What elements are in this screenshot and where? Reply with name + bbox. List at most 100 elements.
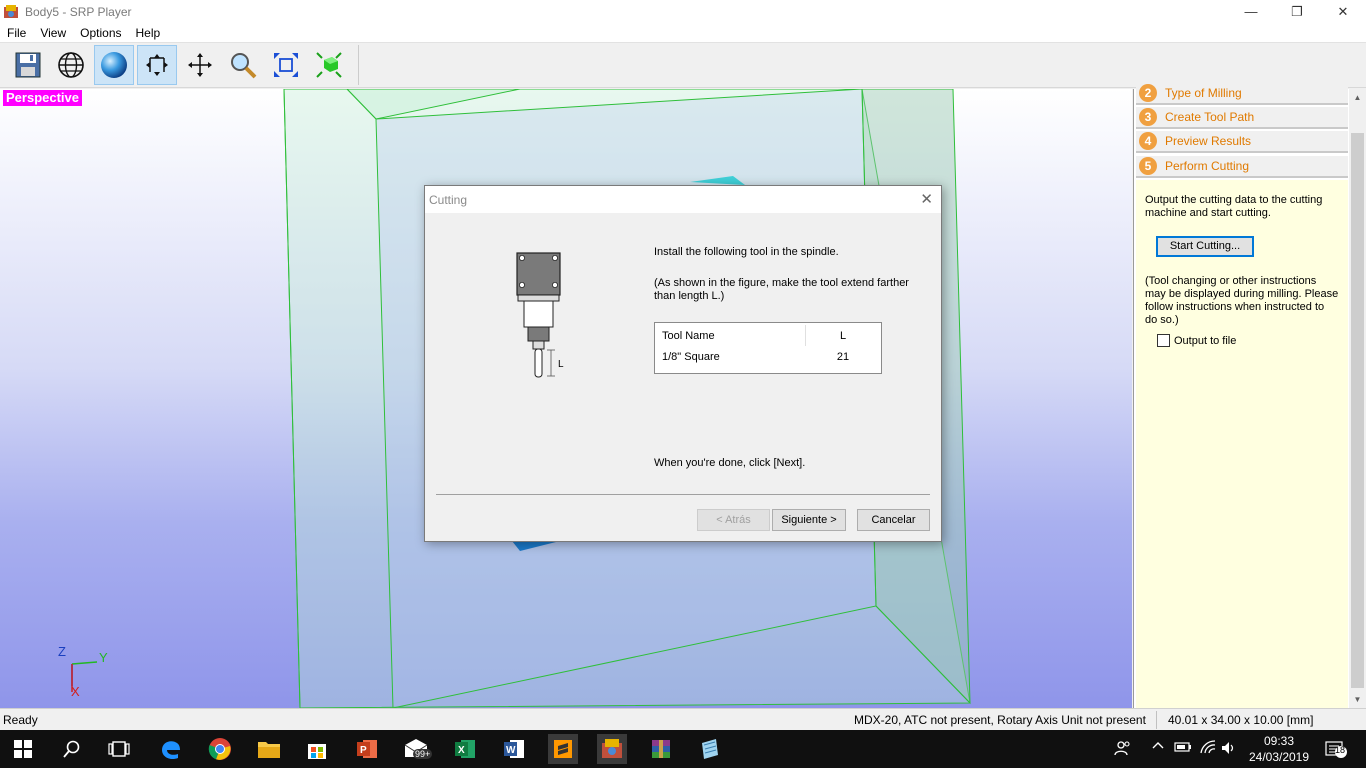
- taskbar-file-explorer[interactable]: [254, 734, 284, 764]
- volume-icon[interactable]: [1221, 740, 1237, 759]
- dialog-title-bar: Cutting ✕: [425, 186, 941, 213]
- sublime-icon: [554, 740, 572, 758]
- task-view-button[interactable]: [104, 734, 134, 764]
- next-button[interactable]: Siguiente >: [772, 509, 846, 531]
- dialog-note: (As shown in the figure, make the tool e…: [654, 277, 909, 302]
- start-cutting-button[interactable]: Start Cutting...: [1156, 236, 1254, 257]
- svg-text:W: W: [506, 745, 516, 756]
- fit-view-button[interactable]: [266, 45, 306, 85]
- taskbar-powerpoint[interactable]: P: [352, 734, 382, 764]
- search-button[interactable]: [57, 734, 87, 764]
- people-icon[interactable]: [1114, 739, 1132, 760]
- windows-logo-icon: [14, 740, 32, 758]
- step-number: 5: [1139, 157, 1157, 175]
- svg-text:X: X: [458, 745, 465, 756]
- step-label: Create Tool Path: [1165, 110, 1255, 124]
- step-number: 2: [1139, 84, 1157, 102]
- app-icon: [3, 4, 19, 20]
- scroll-down-arrow-icon[interactable]: ▼: [1349, 691, 1366, 708]
- srp-player-icon: [602, 739, 622, 758]
- taskbar: P 99+ X W 09:33 24/03/2019 18: [0, 730, 1366, 768]
- taskbar-clock[interactable]: 09:33 24/03/2019: [1238, 733, 1320, 765]
- dialog-title: Cutting: [429, 192, 468, 207]
- task-view-icon: [108, 741, 130, 757]
- taskbar-srp-player[interactable]: [597, 734, 627, 764]
- cancel-button[interactable]: Cancelar: [857, 509, 930, 531]
- taskbar-excel[interactable]: X: [450, 734, 480, 764]
- word-icon: W: [504, 740, 524, 758]
- step-label: Type of Milling: [1165, 86, 1242, 100]
- restore-button[interactable]: ❐: [1274, 0, 1320, 23]
- minimize-button[interactable]: —: [1228, 0, 1274, 23]
- menu-options[interactable]: Options: [73, 26, 128, 40]
- battery-icon[interactable]: [1174, 741, 1192, 756]
- menu-view[interactable]: View: [33, 26, 73, 40]
- zoom-button[interactable]: [223, 45, 263, 85]
- taskbar-app[interactable]: [695, 734, 725, 764]
- sphere-icon: [101, 52, 127, 78]
- status-model-size: 40.01 x 34.00 x 10.00 [mm]: [1168, 713, 1314, 727]
- scroll-thumb[interactable]: [1351, 133, 1364, 688]
- powerpoint-icon: P: [357, 740, 377, 758]
- solid-view-button[interactable]: [94, 45, 134, 85]
- svg-text:P: P: [360, 745, 367, 756]
- taskbar-store[interactable]: [302, 734, 332, 764]
- mail-badge: 99+: [413, 749, 433, 759]
- dialog-instruction: Install the following tool in the spindl…: [654, 246, 839, 258]
- step-type-of-milling[interactable]: 2 Type of Milling: [1136, 83, 1348, 105]
- taskbar-sublime[interactable]: [548, 734, 578, 764]
- status-bar: Ready MDX-20, ATC not present, Rotary Ax…: [0, 708, 1366, 730]
- scroll-up-arrow-icon[interactable]: ▲: [1349, 89, 1366, 106]
- perform-cutting-note: (Tool changing or other instructions may…: [1145, 275, 1339, 326]
- figure-l-label: L: [558, 359, 564, 370]
- output-to-file-checkbox[interactable]: [1157, 334, 1170, 347]
- step-perform-cutting[interactable]: 5 Perform Cutting: [1136, 156, 1348, 178]
- pan-button[interactable]: [180, 45, 220, 85]
- back-button[interactable]: < Atrás: [697, 509, 770, 531]
- header-l: L: [839, 329, 847, 342]
- rotate-button[interactable]: [137, 45, 177, 85]
- start-button[interactable]: [8, 734, 38, 764]
- status-ready: Ready: [3, 713, 38, 727]
- search-icon: [63, 740, 80, 758]
- window-title: Body5 - SRP Player: [25, 4, 132, 19]
- wireframe-button[interactable]: [51, 45, 91, 85]
- title-bar: Body5 - SRP Player — ❐ ✕: [0, 0, 1366, 23]
- output-to-file-row[interactable]: Output to file: [1157, 334, 1339, 347]
- taskbar-winrar[interactable]: [646, 734, 676, 764]
- tool-table-header: Tool Name L: [655, 325, 881, 346]
- step-number: 3: [1139, 108, 1157, 126]
- perform-cutting-intro: Output the cutting data to the cutting m…: [1145, 194, 1323, 219]
- menu-help[interactable]: Help: [129, 26, 168, 40]
- panel-scrollbar[interactable]: ▲ ▼: [1349, 89, 1366, 708]
- menu-file[interactable]: File: [0, 26, 33, 40]
- taskbar-word[interactable]: W: [499, 734, 529, 764]
- excel-icon: X: [455, 740, 475, 758]
- globe-wireframe-icon: [58, 52, 84, 78]
- taskbar-chrome[interactable]: [205, 734, 235, 764]
- dialog-close-icon[interactable]: ✕: [920, 190, 933, 208]
- table-row[interactable]: 1/8" Square 21: [655, 346, 881, 367]
- wifi-icon[interactable]: [1199, 739, 1217, 758]
- chrome-icon: [208, 738, 231, 760]
- menu-bar: File View Options Help: [0, 23, 1366, 43]
- close-button[interactable]: ✕: [1320, 0, 1366, 23]
- edge-icon: [162, 741, 180, 760]
- step-preview-results[interactable]: 4 Preview Results: [1136, 131, 1348, 153]
- step-create-tool-path[interactable]: 3 Create Tool Path: [1136, 107, 1348, 129]
- step-number: 4: [1139, 132, 1157, 150]
- store-icon: [308, 744, 326, 759]
- axis-triad: Z Y X: [58, 644, 108, 699]
- save-button[interactable]: [8, 45, 48, 85]
- notepad-icon: [702, 739, 718, 759]
- taskbar-edge[interactable]: [156, 734, 186, 764]
- zoom-model-button[interactable]: [309, 45, 349, 85]
- cell-tool-name: 1/8" Square: [662, 350, 720, 363]
- action-center-icon[interactable]: 18: [1325, 740, 1347, 761]
- taskbar-mail[interactable]: 99+: [401, 734, 433, 764]
- spindle-tool-figure: L: [516, 252, 564, 378]
- step-label: Preview Results: [1165, 134, 1252, 148]
- tray-chevron-up-icon[interactable]: [1152, 740, 1164, 755]
- view-mode-label: Perspective: [3, 90, 82, 106]
- notification-count: 18: [1335, 745, 1346, 755]
